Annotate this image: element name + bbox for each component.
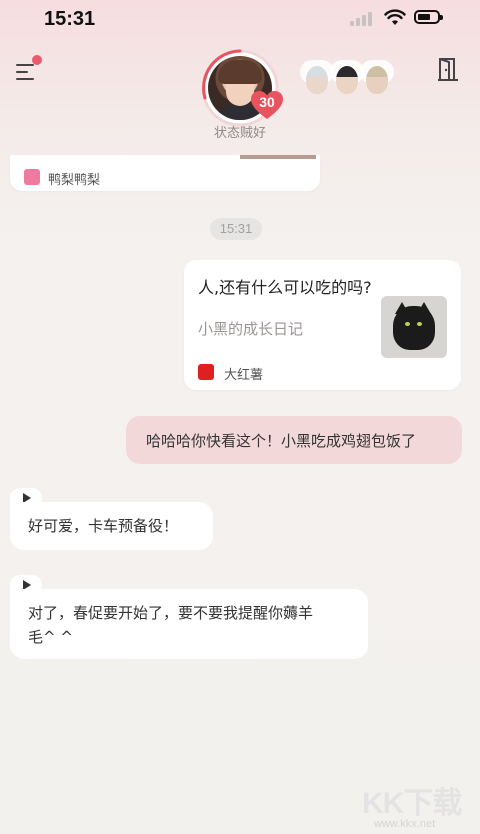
status-time: 15:31 [44, 8, 96, 30]
friend-avatar[interactable] [330, 60, 364, 98]
notification-dot [32, 55, 42, 65]
received-message-text: 好可爱，卡车预备役！ [28, 517, 179, 535]
share-image-edge [240, 155, 316, 159]
shared-post-source: 大红薯 [224, 368, 264, 383]
shared-post-thumbnail [381, 296, 447, 358]
shared-post-title: 人,还有什么可以吃的吗? [198, 278, 372, 297]
friend-avatar[interactable] [300, 60, 334, 98]
site-watermark: KK下载 www.kkx.net [360, 778, 478, 832]
received-message-bubble[interactable]: 对了，春促要开始了，要不要我提醒你薅羊 毛^ ^ [10, 589, 368, 659]
cellular-signal-icon [350, 12, 376, 26]
battery-icon [414, 10, 443, 24]
sent-message-bubble[interactable]: 哈哈哈你快看这个！小黑吃成鸡翅包饭了 [126, 416, 462, 464]
wifi-icon [384, 9, 406, 25]
share-source-label: 鸭梨鸭梨 [48, 173, 101, 188]
received-message-bubble[interactable]: 好可爱，卡车预备役！ [10, 502, 213, 550]
affection-heart-badge: 30 [250, 90, 284, 120]
app-source-icon [198, 364, 214, 380]
shared-post-card[interactable]: 人,还有什么可以吃的吗? 小黑的成长日记 大红薯 [184, 260, 461, 390]
friend-avatar[interactable] [360, 60, 394, 98]
exit-door-icon[interactable] [436, 56, 462, 82]
chat-timestamp: 15:31 [210, 218, 262, 240]
received-message-text: 对了，春促要开始了，要不要我提醒你薅羊 [28, 604, 314, 622]
friend-avatars[interactable] [300, 60, 400, 102]
watermark-url: www.kkx.net [374, 818, 436, 830]
shared-post-subtitle: 小黑的成长日记 [198, 320, 304, 338]
affection-level: 30 [259, 94, 275, 110]
app-source-icon [24, 169, 40, 185]
status-bar: 15:31 [0, 0, 480, 40]
received-message-text: 毛^ ^ [28, 628, 73, 646]
watermark-logo-text: KK下载 [362, 787, 462, 820]
previous-share-card[interactable]: 鸭梨鸭梨 [10, 155, 320, 191]
sent-message-text: 哈哈哈你快看这个！小黑吃成鸡翅包饭了 [146, 432, 417, 450]
mood-status: 状态贼好 [213, 126, 266, 141]
